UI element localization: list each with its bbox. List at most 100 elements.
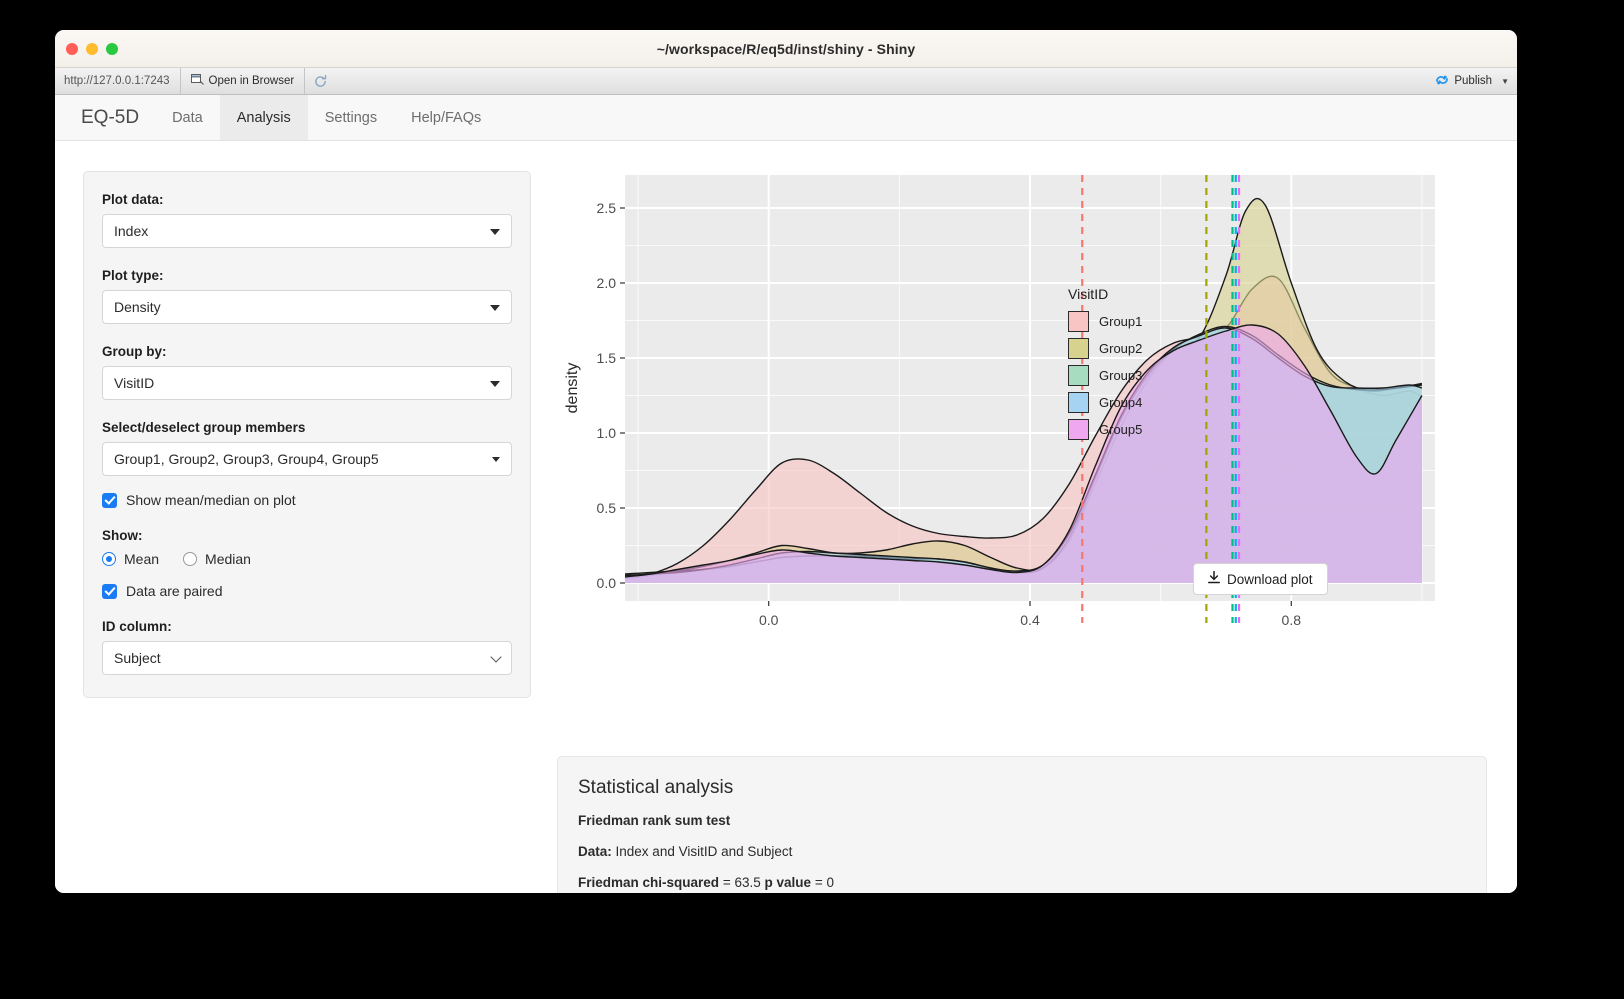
- app-navbar: EQ-5D Data Analysis Settings Help/FAQs: [55, 95, 1517, 141]
- minimize-window-button[interactable]: [86, 43, 98, 55]
- group-by-label: Group by:: [102, 344, 512, 359]
- group-members-select[interactable]: Group1, Group2, Group3, Group4, Group5: [102, 442, 512, 476]
- id-column-value: Subject: [114, 650, 161, 666]
- show-mean-median-checkbox[interactable]: Show mean/median on plot: [102, 492, 512, 508]
- stats-equals-2: =: [815, 875, 823, 890]
- group-members-value: Group1, Group2, Group3, Group4, Group5: [114, 451, 379, 467]
- stats-panel-title: Statistical analysis: [578, 777, 1466, 799]
- stats-p-value: 0: [826, 875, 834, 890]
- show-radio-group: Mean Median: [102, 551, 512, 567]
- stats-equals-1: =: [723, 875, 731, 890]
- checkbox-checked-icon: [102, 493, 117, 508]
- close-window-button[interactable]: [66, 43, 78, 55]
- id-column-select[interactable]: Subject: [102, 641, 512, 675]
- download-plot-button[interactable]: Download plot: [1193, 563, 1328, 595]
- plot-legend: VisitID Group1 Group2 Group3 Group4 Group5: [1068, 286, 1198, 446]
- publish-button[interactable]: Publish ▼: [1435, 68, 1509, 94]
- legend-item-group1: Group1: [1068, 311, 1198, 332]
- window-titlebar: ~/workspace/R/eq5d/inst/shiny - Shiny: [55, 30, 1517, 68]
- data-are-paired-label: Data are paired: [126, 583, 223, 599]
- plot-type-label: Plot type:: [102, 268, 512, 283]
- stats-test-name-text: Friedman rank sum test: [578, 813, 730, 828]
- plot-type-value: Density: [114, 299, 161, 315]
- radio-median-label: Median: [205, 551, 251, 567]
- window-controls: [66, 43, 118, 55]
- stats-statistic-label: Friedman chi-squared: [578, 875, 719, 890]
- address-bar[interactable]: http://127.0.0.1:7243: [55, 68, 181, 94]
- tab-settings[interactable]: Settings: [308, 95, 394, 140]
- legend-swatch-icon: [1068, 338, 1089, 359]
- chevron-down-icon: [490, 651, 501, 662]
- y-axis-tick-label: 2.0: [597, 275, 617, 291]
- x-axis-tick-label: 0.4: [1020, 612, 1040, 628]
- legend-label: Group2: [1099, 341, 1142, 356]
- legend-label: Group5: [1099, 422, 1142, 437]
- stats-data-line: Data: Index and VisitID and Subject: [578, 844, 1466, 859]
- chevron-down-icon[interactable]: ▼: [1501, 77, 1509, 86]
- chevron-down-icon: [492, 457, 500, 462]
- legend-item-group2: Group2: [1068, 338, 1198, 359]
- publish-icon: [1435, 74, 1449, 89]
- stats-test-name: Friedman rank sum test: [578, 813, 1466, 828]
- stats-data-label: Data:: [578, 844, 612, 859]
- app-window: ~/workspace/R/eq5d/inst/shiny - Shiny ht…: [55, 30, 1517, 893]
- y-axis-tick-label: 2.5: [597, 200, 617, 216]
- id-column-label: ID column:: [102, 619, 512, 634]
- stats-statistic-value: 63.5: [734, 875, 760, 890]
- data-are-paired-checkbox[interactable]: Data are paired: [102, 583, 512, 599]
- group-by-select[interactable]: VisitID: [102, 366, 512, 400]
- window-title: ~/workspace/R/eq5d/inst/shiny - Shiny: [55, 41, 1517, 57]
- chevron-down-icon: [490, 305, 500, 311]
- plot-data-select[interactable]: Index: [102, 214, 512, 248]
- chevron-down-icon: [490, 381, 500, 387]
- legend-swatch-icon: [1068, 392, 1089, 413]
- download-icon: [1208, 571, 1220, 587]
- tab-help-faqs[interactable]: Help/FAQs: [394, 95, 498, 140]
- density-plot: 0.00.51.01.52.02.50.00.40.8Indexdensity: [555, 161, 1455, 631]
- group-members-label: Select/deselect group members: [102, 420, 512, 435]
- legend-item-group5: Group5: [1068, 419, 1198, 440]
- y-axis-tick-label: 1.5: [597, 350, 617, 366]
- reload-icon[interactable]: [305, 68, 336, 94]
- stats-result-line: Friedman chi-squared = 63.5 p value = 0: [578, 875, 1466, 890]
- plot-type-select[interactable]: Density: [102, 290, 512, 324]
- maximize-window-button[interactable]: [106, 43, 118, 55]
- plot-data-value: Index: [114, 223, 148, 239]
- group-by-value: VisitID: [114, 375, 154, 391]
- publish-label: Publish: [1454, 75, 1492, 87]
- legend-swatch-icon: [1068, 365, 1089, 386]
- open-in-browser-button[interactable]: Open in Browser: [181, 68, 306, 94]
- statistical-analysis-panel: Statistical analysis Friedman rank sum t…: [557, 756, 1487, 893]
- x-axis-tick-label: 0.8: [1282, 612, 1302, 628]
- legend-swatch-icon: [1068, 311, 1089, 332]
- plot-data-label: Plot data:: [102, 192, 512, 207]
- app-body: Plot data: Index Plot type: Density Grou…: [55, 141, 1517, 893]
- show-section-label: Show:: [102, 528, 512, 543]
- app-brand[interactable]: EQ-5D: [65, 95, 155, 140]
- stats-data-value: Index and VisitID and Subject: [616, 844, 793, 859]
- legend-label: Group4: [1099, 395, 1142, 410]
- radio-mean[interactable]: [102, 552, 116, 566]
- open-in-browser-label: Open in Browser: [209, 75, 295, 87]
- legend-swatch-icon: [1068, 419, 1089, 440]
- show-mean-median-label: Show mean/median on plot: [126, 492, 296, 508]
- x-axis-tick-label: 0.0: [759, 612, 779, 628]
- density-plot-svg: 0.00.51.01.52.02.50.00.40.8Indexdensity: [555, 161, 1455, 631]
- y-axis-tick-label: 1.0: [597, 425, 617, 441]
- viewer-toolbar: http://127.0.0.1:7243 Open in Browser: [55, 68, 1517, 95]
- legend-label: Group3: [1099, 368, 1142, 383]
- legend-label: Group1: [1099, 314, 1142, 329]
- radio-median[interactable]: [183, 552, 197, 566]
- controls-sidebar: Plot data: Index Plot type: Density Grou…: [83, 171, 531, 698]
- legend-item-group3: Group3: [1068, 365, 1198, 386]
- legend-item-group4: Group4: [1068, 392, 1198, 413]
- legend-title: VisitID: [1068, 286, 1198, 302]
- download-plot-label: Download plot: [1227, 572, 1313, 587]
- stats-p-label: p value: [765, 875, 812, 890]
- y-axis-tick-label: 0.0: [597, 575, 617, 591]
- tab-analysis[interactable]: Analysis: [220, 95, 308, 140]
- browser-window-icon: [191, 74, 204, 88]
- checkbox-checked-icon: [102, 584, 117, 599]
- tab-data[interactable]: Data: [155, 95, 220, 140]
- y-axis-title: density: [564, 363, 581, 414]
